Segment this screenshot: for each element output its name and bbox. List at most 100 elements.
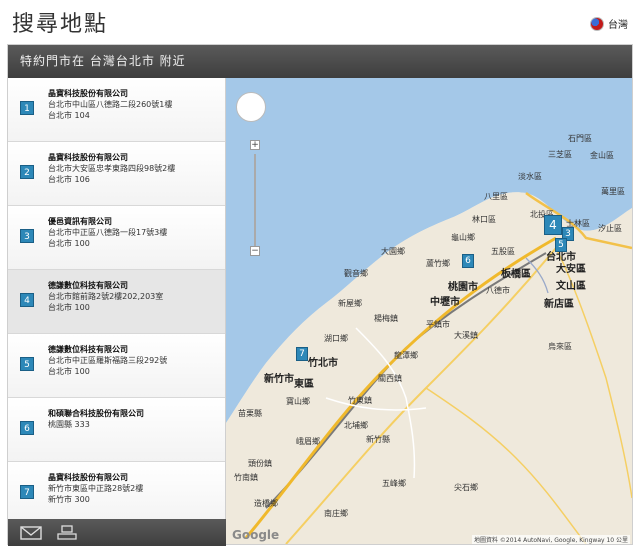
map-label: 萬里區 — [601, 187, 625, 196]
print-icon[interactable] — [56, 524, 78, 541]
zoom-out-button[interactable]: − — [250, 246, 260, 256]
map-marker[interactable]: 5 — [555, 238, 567, 252]
store-number-badge: 3 — [20, 229, 34, 243]
store-address: 台北市中正區八德路一段17號3樓 — [48, 228, 168, 237]
region-label: 台灣 — [608, 20, 628, 31]
map-label: 五股區 — [491, 247, 515, 256]
map-marker[interactable]: 7 — [296, 347, 308, 361]
store-number-badge: 1 — [20, 101, 34, 115]
panel-header: 特約門市在 台灣台北市 附近 — [8, 45, 632, 78]
store-name: 晶寶科技股份有限公司 — [48, 153, 128, 162]
map-label: 湖口鄉 — [324, 334, 348, 343]
top-bar: 搜尋地點 台灣 — [0, 0, 640, 44]
map-view[interactable]: + − 石門區 金山區 三芝區 淡水區 萬里區 八里區 林口區 北投區 士林區 … — [226, 78, 632, 544]
map-label: 北埔鄉 — [344, 421, 368, 430]
page-title: 搜尋地點 — [12, 12, 109, 37]
map-label: 新屋鄉 — [338, 299, 362, 308]
list-item[interactable]: 6 和碩聯合科技股份有限公司 桃園縣 333 — [8, 398, 225, 462]
map-label: 峨眉鄉 — [296, 437, 320, 446]
map-label: 造橋鄉 — [254, 499, 278, 508]
list-item[interactable]: 7 晶寶科技股份有限公司 新竹市東區中正路28號2樓 新竹市 300 — [8, 462, 225, 519]
store-city: 台北市 100 — [48, 303, 90, 312]
map-label: 淡水區 — [518, 172, 542, 181]
map-label: 竹北市 — [308, 358, 338, 369]
map-label: 寶山鄉 — [286, 397, 310, 406]
map-label: 石門區 — [568, 134, 592, 143]
map-label: 八德市 — [486, 286, 510, 295]
map-label: 龍潭鄉 — [394, 351, 418, 360]
store-number-badge: 4 — [20, 293, 34, 307]
map-label: 觀音鄉 — [344, 269, 368, 278]
list-item[interactable]: 5 德謙數位科技有限公司 台北市中正區羅斯福路三段292號 台北市 100 — [8, 334, 225, 398]
map-marker[interactable]: 6 — [462, 254, 474, 268]
map-label: 南庄鄉 — [324, 509, 348, 518]
store-address: 台北市中山區八德路二段260號1樓 — [48, 100, 173, 109]
map-label: 竹東鎮 — [348, 396, 372, 405]
store-city: 新竹市 300 — [48, 495, 90, 504]
store-number-badge: 7 — [20, 485, 34, 499]
map-label: 板橋區 — [501, 269, 531, 280]
map-label: 頭份鎮 — [248, 459, 272, 468]
map-zoom-control[interactable] — [236, 92, 266, 122]
store-number-badge: 6 — [20, 421, 34, 435]
map-label: 新竹縣 — [366, 435, 390, 444]
store-address: 台北市館前路2號2樓202,203室 — [48, 292, 164, 301]
map-label: 大安區 — [556, 264, 586, 275]
store-address: 台北市大安區忠孝東路四段98號2樓 — [48, 164, 176, 173]
map-label: 中壢市 — [430, 297, 460, 308]
store-city: 台北市 104 — [48, 111, 90, 120]
store-number-badge: 5 — [20, 357, 34, 371]
list-item-selected[interactable]: 4 德謙數位科技有限公司 台北市館前路2號2樓202,203室 台北市 100 — [8, 270, 225, 334]
map-label: 東區 — [294, 379, 314, 390]
map-label: 楊梅鎮 — [374, 314, 398, 323]
store-locator-panel: 特約門市在 台灣台北市 附近 1 晶寶科技股份有限公司 台北市中山區八德路二段2… — [7, 44, 633, 546]
list-item[interactable]: 3 優邑資訊有限公司 台北市中正區八德路一段17號3樓 台北市 100 — [8, 206, 225, 270]
google-logo: Google — [232, 528, 280, 542]
map-label: 蘆竹鄉 — [426, 259, 450, 268]
zoom-in-button[interactable]: + — [250, 140, 260, 150]
map-attribution[interactable]: 地圖資料 ©2014 AutoNavi, Google, Kingway 10 … — [472, 535, 630, 544]
map-label: 關西鎮 — [378, 374, 402, 383]
store-address: 新竹市東區中正路28號2樓 — [48, 484, 144, 493]
store-name: 晶寶科技股份有限公司 — [48, 89, 128, 98]
map-label: 新竹市 — [264, 374, 294, 385]
map-label: 大園鄉 — [381, 247, 405, 256]
map-marker[interactable]: 4 — [544, 215, 562, 235]
taiwan-flag-icon — [590, 16, 604, 31]
map-label: 大溪鎮 — [454, 331, 478, 340]
region-selector[interactable]: 台灣 — [590, 16, 628, 31]
list-item[interactable]: 1 晶寶科技股份有限公司 台北市中山區八德路二段260號1樓 台北市 104 — [8, 78, 225, 142]
map-canvas — [226, 78, 632, 544]
store-number-badge: 2 — [20, 165, 34, 179]
list-footer — [8, 519, 226, 546]
store-name: 德謙數位科技有限公司 — [48, 281, 128, 290]
zoom-slider-track[interactable] — [254, 154, 256, 250]
store-city: 台北市 100 — [48, 239, 90, 248]
map-label: 苗栗縣 — [238, 409, 262, 418]
pan-control-icon[interactable] — [236, 92, 266, 122]
store-list[interactable]: 1 晶寶科技股份有限公司 台北市中山區八德路二段260號1樓 台北市 104 2… — [8, 78, 226, 519]
store-name: 晶寶科技股份有限公司 — [48, 473, 128, 482]
map-label: 龜山鄉 — [451, 233, 475, 242]
store-name: 德謙數位科技有限公司 — [48, 345, 128, 354]
map-label: 八里區 — [484, 192, 508, 201]
map-label: 烏來區 — [548, 342, 572, 351]
map-label: 林口區 — [472, 215, 496, 224]
map-label: 金山區 — [590, 151, 614, 160]
email-icon[interactable] — [20, 525, 42, 541]
map-label: 三芝區 — [548, 150, 572, 159]
map-label: 竹南鎮 — [234, 473, 258, 482]
map-label: 汐止區 — [598, 224, 622, 233]
store-address: 桃園縣 333 — [48, 420, 90, 429]
map-label: 平鎮市 — [426, 320, 450, 329]
store-city: 台北市 100 — [48, 367, 90, 376]
map-label: 尖石鄉 — [454, 483, 478, 492]
list-item[interactable]: 2 晶寶科技股份有限公司 台北市大安區忠孝東路四段98號2樓 台北市 106 — [8, 142, 225, 206]
store-name: 優邑資訊有限公司 — [48, 217, 112, 226]
store-address: 台北市中正區羅斯福路三段292號 — [48, 356, 168, 365]
store-name: 和碩聯合科技股份有限公司 — [48, 409, 144, 418]
map-label: 新店區 — [544, 299, 574, 310]
map-label: 五峰鄉 — [382, 479, 406, 488]
store-city: 台北市 106 — [48, 175, 90, 184]
map-label: 桃園市 — [448, 282, 478, 293]
